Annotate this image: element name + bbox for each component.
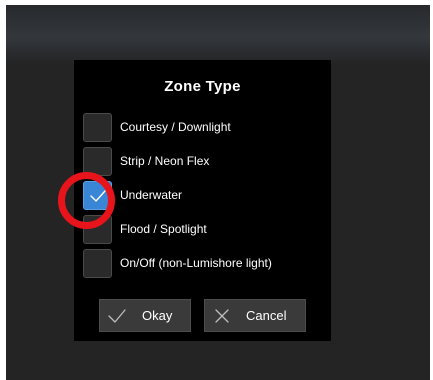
option-label: Courtesy / Downlight [120, 120, 231, 134]
close-icon [215, 309, 229, 323]
okay-button-label: Okay [142, 308, 173, 323]
option-on-off[interactable]: On/Off (non-Lumishore light) [83, 249, 323, 279]
option-label: Strip / Neon Flex [120, 154, 210, 168]
zone-type-dialog: Zone Type Courtesy / Downlight Strip / N… [74, 60, 331, 341]
checkbox-checked[interactable] [83, 181, 112, 210]
option-flood-spotlight[interactable]: Flood / Spotlight [83, 215, 323, 245]
option-label: Flood / Spotlight [120, 222, 207, 236]
option-label: On/Off (non-Lumishore light) [120, 256, 272, 270]
app-frame: Zone Type Courtesy / Downlight Strip / N… [6, 5, 430, 380]
checkbox[interactable] [83, 147, 112, 176]
checkbox[interactable] [83, 113, 112, 142]
checkmark-icon [108, 309, 126, 323]
checkbox[interactable] [83, 249, 112, 278]
option-strip-neon-flex[interactable]: Strip / Neon Flex [83, 147, 323, 177]
option-label: Underwater [120, 188, 183, 202]
cancel-button-label: Cancel [246, 308, 287, 323]
checkbox[interactable] [83, 215, 112, 244]
app-top-bar [6, 5, 430, 63]
option-underwater[interactable]: Underwater [83, 181, 323, 211]
checkmark-icon [90, 190, 106, 202]
option-courtesy-downlight[interactable]: Courtesy / Downlight [83, 113, 323, 143]
dialog-title: Zone Type [164, 78, 241, 95]
okay-button[interactable]: Okay [99, 299, 191, 332]
cancel-button[interactable]: Cancel [204, 299, 306, 332]
